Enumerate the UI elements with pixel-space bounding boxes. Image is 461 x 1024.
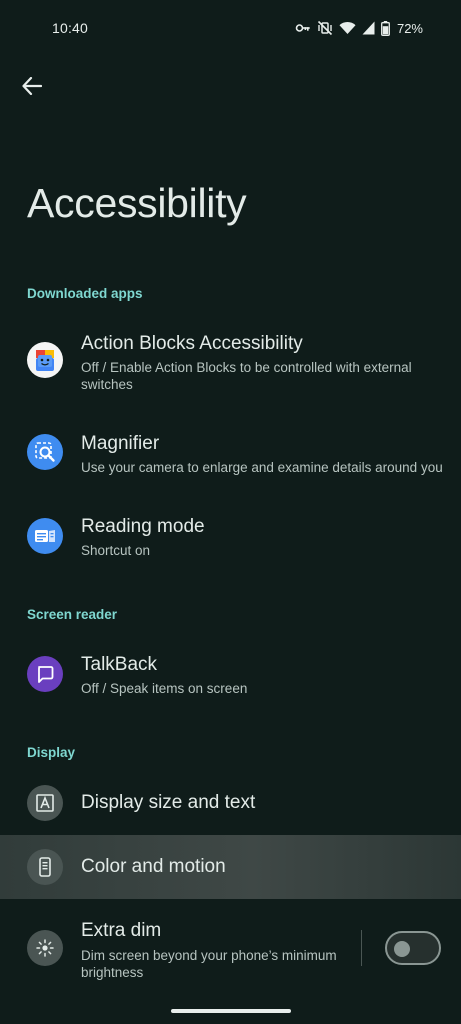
item-subtitle: Off / Speak items on screen — [81, 681, 248, 696]
cell-signal-icon — [362, 21, 375, 35]
vibrate-off-icon — [317, 20, 333, 36]
toggle-knob — [394, 941, 410, 957]
magnifier-icon — [27, 434, 63, 470]
vpn-key-icon — [295, 22, 311, 34]
wifi-icon — [339, 21, 356, 35]
gesture-nav-handle[interactable] — [171, 1009, 291, 1013]
reading-mode-item[interactable]: Reading mode Shortcut on — [0, 500, 461, 572]
item-subtitle: Dim screen beyond your phone’s minimum b… — [81, 948, 337, 980]
section-header-screen-reader: Screen reader — [27, 607, 118, 622]
text-size-icon — [27, 785, 63, 821]
item-title: Reading mode — [81, 516, 205, 537]
item-title: Action Blocks Accessibility — [81, 333, 303, 354]
item-title: Display size and text — [81, 792, 256, 813]
action-blocks-accessibility-item[interactable]: Action Blocks Accessibility Off / Enable… — [0, 320, 461, 404]
page-title: Accessibility — [27, 180, 247, 226]
extra-dim-icon — [27, 930, 63, 966]
magnifier-item[interactable]: Magnifier Use your camera to enlarge and… — [0, 418, 461, 488]
back-button[interactable] — [14, 70, 50, 106]
battery-percent: 72% — [396, 20, 423, 36]
item-subtitle: Use your camera to enlarge and examine d… — [81, 460, 443, 475]
color-and-motion-item[interactable]: Color and motion — [0, 835, 461, 899]
item-title: Magnifier — [81, 433, 160, 454]
talkback-icon — [27, 656, 63, 692]
section-header-display: Display — [27, 745, 76, 760]
action-blocks-icon — [27, 342, 63, 378]
extra-dim-toggle[interactable] — [385, 931, 441, 965]
color-motion-icon — [27, 849, 63, 885]
toggle-divider — [361, 930, 362, 966]
item-subtitle: Shortcut on — [81, 543, 151, 558]
battery-icon — [381, 20, 390, 36]
item-title: TalkBack — [81, 654, 158, 675]
display-size-and-text-item[interactable]: Display size and text — [0, 772, 461, 834]
reading-mode-icon — [27, 518, 63, 554]
section-header-downloaded-apps: Downloaded apps — [27, 286, 143, 301]
status-time: 10:40 — [52, 20, 89, 36]
status-bar: 10:40 72% — [0, 0, 461, 56]
status-icons: 72% — [295, 19, 423, 37]
item-title: Color and motion — [81, 856, 226, 877]
item-subtitle: Off / Enable Action Blocks to be control… — [81, 360, 412, 392]
item-title: Extra dim — [81, 920, 162, 941]
talkback-item[interactable]: TalkBack Off / Speak items on screen — [0, 638, 461, 710]
arrow-left-icon — [22, 76, 43, 100]
